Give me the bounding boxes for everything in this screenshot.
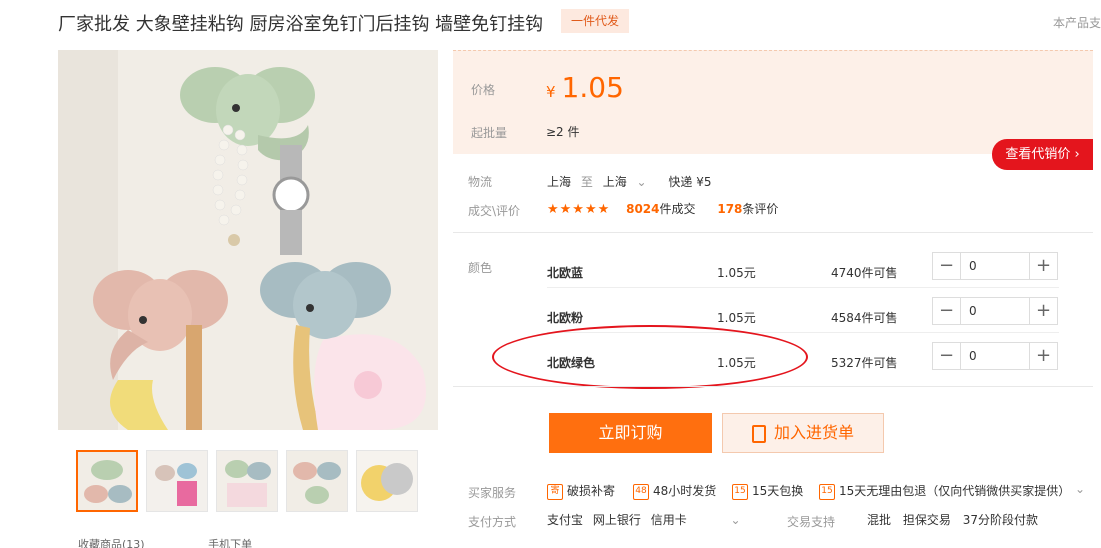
trade-item: 37分阶段付款	[962, 513, 1038, 527]
service-text: 破损补寄	[567, 484, 616, 498]
deals-label: 成交\评价	[468, 204, 521, 218]
trade-support-label: 交易支持	[787, 515, 836, 529]
thumbnail-2[interactable]	[146, 450, 208, 512]
color-label: 颜色	[468, 261, 493, 275]
service-3: 15 15天包换	[732, 482, 803, 500]
reship-icon: 寄	[547, 483, 563, 500]
product-title: 厂家批发 大象壁挂粘钩 厨房浴室免钉门后挂钩 墙壁免钉挂钩	[58, 14, 544, 35]
thumbnail-1[interactable]	[76, 450, 138, 512]
quantity-stepper: − 0 +	[932, 297, 1058, 325]
48h-icon: 48	[633, 483, 649, 500]
quantity-input[interactable]: 0	[960, 298, 1030, 324]
highlight-ellipse-annotation	[492, 325, 808, 389]
logistics-row: 上海 至 上海 ⌄ 快递 ¥5	[547, 173, 712, 190]
minus-button[interactable]: −	[933, 253, 960, 279]
service-text: 48小时发货	[653, 484, 717, 498]
sku-stock: 4584件可售	[831, 311, 898, 325]
deals-row: ★★★★★ 8024件成交 178条评价	[547, 200, 778, 217]
quantity-stepper: − 0 +	[932, 342, 1058, 370]
payment-methods: 支付宝 网上银行 信用卡 ⌄	[547, 511, 741, 528]
trade-item: 混批	[867, 513, 892, 527]
return-icon: 15	[819, 483, 835, 500]
payment-label: 支付方式	[468, 515, 517, 529]
divider	[453, 232, 1093, 233]
currency-symbol: ¥	[546, 83, 556, 101]
quantity-input[interactable]: 0	[960, 343, 1030, 369]
sku-stock: 5327件可售	[831, 356, 898, 370]
thumbnail-5[interactable]	[356, 450, 418, 512]
resale-button-label: 查看代销价	[1005, 147, 1071, 162]
payment-expand-icon[interactable]: ⌄	[731, 513, 741, 527]
plus-button[interactable]: +	[1030, 253, 1057, 279]
rating-stars-icon: ★★★★★	[547, 202, 611, 217]
sku-name: 北欧粉	[547, 311, 584, 325]
services-label: 买家服务	[468, 486, 517, 500]
service-2: 48 48小时发货	[633, 482, 716, 500]
minus-button[interactable]: −	[933, 343, 960, 369]
logistics-label: 物流	[468, 175, 493, 189]
service-4: 15 15天无理由包退（仅向代销微供买家提供）	[819, 482, 1070, 500]
payment-method: 信用卡	[650, 513, 687, 527]
trade-item: 担保交易	[902, 513, 951, 527]
bottom-actions: 收藏商品(13) 手机下单	[78, 536, 312, 548]
sku-stock: 4740件可售	[831, 266, 898, 280]
quantity-input[interactable]: 0	[960, 253, 1030, 279]
plus-button[interactable]: +	[1030, 298, 1057, 324]
chevron-right-icon: ›	[1074, 147, 1080, 162]
payment-method: 支付宝	[547, 513, 584, 527]
payment-method: 网上银行	[592, 513, 641, 527]
deal-count-suffix: 件成交	[659, 202, 696, 216]
minus-button[interactable]: −	[933, 298, 960, 324]
review-count[interactable]: 178	[717, 202, 742, 216]
favorite-link[interactable]: 收藏商品(13)	[78, 538, 145, 548]
chevron-down-icon: ⌄	[636, 175, 647, 189]
deal-count[interactable]: 8024	[626, 202, 659, 216]
sku-price: 1.05元	[717, 311, 756, 325]
moq-value: ≥2 件	[546, 125, 580, 139]
plus-button[interactable]: +	[1030, 343, 1057, 369]
thumbnail-3[interactable]	[216, 450, 278, 512]
add-to-cart-button[interactable]: 加入进货单	[722, 413, 884, 453]
order-now-button[interactable]: 立即订购	[549, 413, 712, 453]
thumbnail-strip	[76, 450, 426, 512]
service-text: 15天包换	[752, 484, 804, 498]
sku-price: 1.05元	[717, 266, 756, 280]
price-panel: 价格 ¥1.05 起批量 ≥2 件	[453, 50, 1093, 154]
price-value: ¥1.05	[546, 71, 624, 104]
sku-row-blue: 北欧蓝 1.05元 4740件可售 − 0 +	[547, 252, 1059, 296]
view-resale-price-button[interactable]: 查看代销价 ›	[992, 139, 1093, 170]
trade-support-items: 混批 担保交易 37分阶段付款	[867, 511, 1038, 528]
services-expand-icon[interactable]: ⌄	[1075, 482, 1085, 496]
thumbnail-4[interactable]	[286, 450, 348, 512]
sku-divider	[547, 287, 1059, 288]
to-city-select[interactable]: 上海 ⌄	[603, 175, 647, 189]
price-number: 1.05	[561, 71, 624, 104]
top-right-note: 本产品支	[1053, 16, 1101, 30]
shipping-method: 快递 ¥5	[668, 175, 712, 189]
exchange-icon: 15	[732, 483, 748, 500]
service-1: 寄破损补寄	[547, 482, 615, 500]
service-text: 15天无理由包退（仅向代销微供买家提供）	[839, 484, 1071, 498]
clipboard-icon	[751, 424, 766, 443]
add-to-cart-label: 加入进货单	[773, 423, 854, 442]
divider	[453, 386, 1093, 387]
moq-label: 起批量	[471, 126, 508, 140]
price-label: 价格	[471, 83, 496, 97]
dropship-badge[interactable]: 一件代发	[561, 9, 629, 33]
to-word: 至	[580, 175, 593, 189]
quantity-stepper: − 0 +	[932, 252, 1058, 280]
sku-name: 北欧蓝	[547, 266, 584, 280]
from-city: 上海	[547, 175, 572, 189]
review-count-suffix: 条评价	[742, 202, 779, 216]
mobile-order-link[interactable]: 手机下单	[208, 538, 252, 548]
main-product-image	[58, 50, 438, 430]
